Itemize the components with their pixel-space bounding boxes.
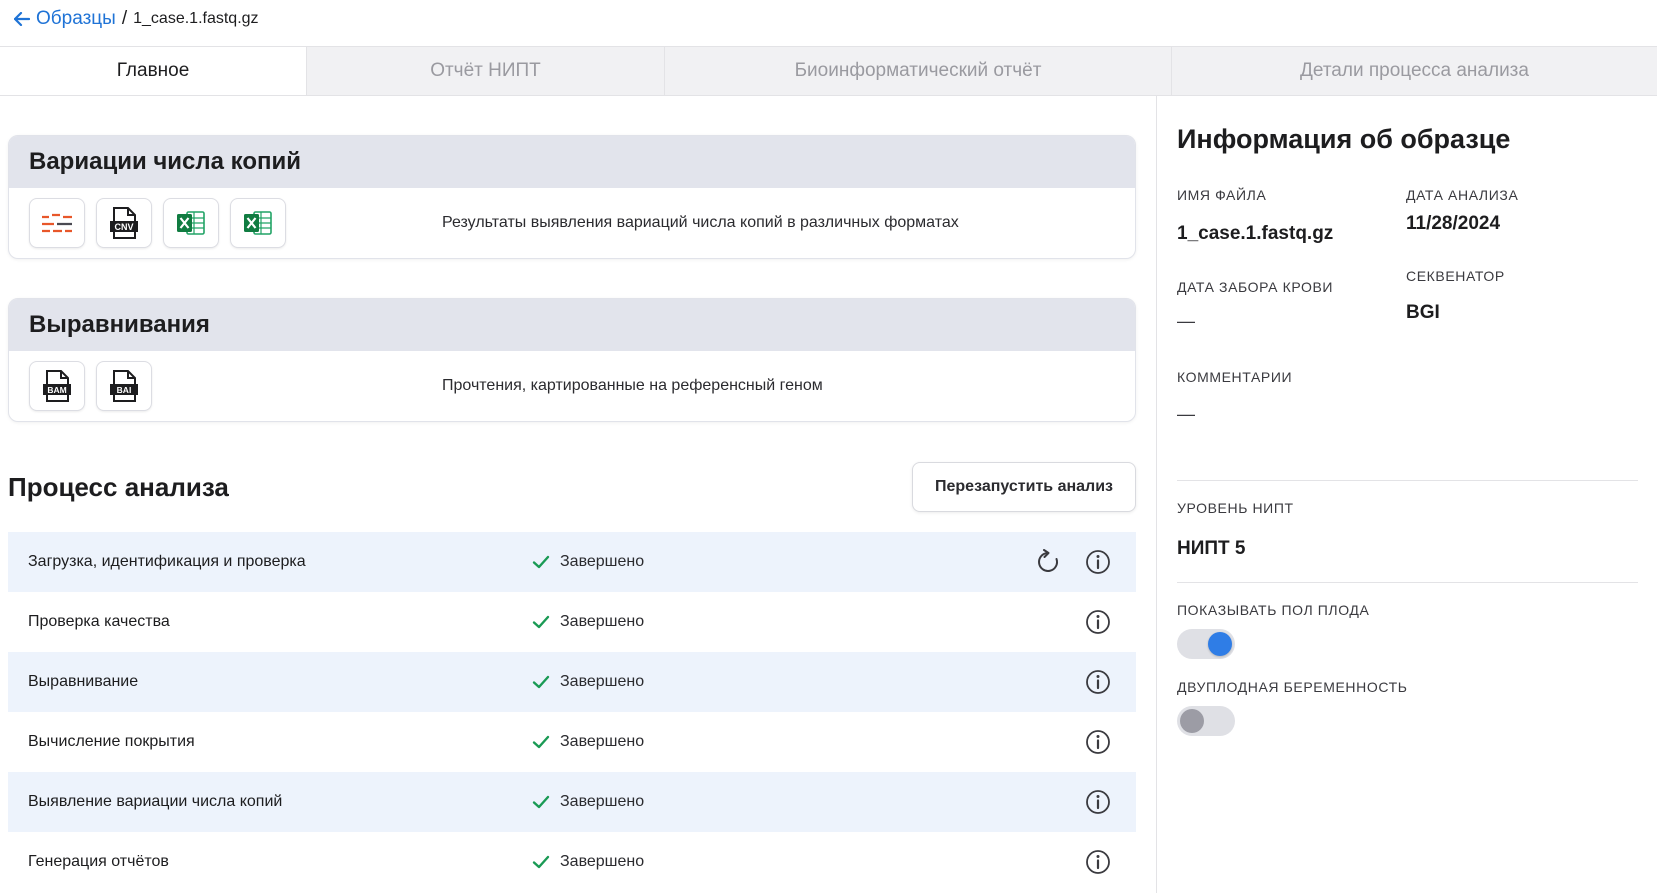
bam-file-icon: BAM [43,370,71,402]
file-name-label: ИМЯ ФАЙЛА [1177,187,1267,203]
info-icon[interactable] [1085,609,1111,635]
excel-icon [244,211,272,235]
show-fetal-sex-label: ПОКАЗЫВАТЬ ПОЛ ПЛОДА [1177,602,1370,618]
info-icon[interactable] [1085,849,1111,875]
back-link[interactable]: Образцы [14,8,116,30]
cnv-card-description: Результаты выявления вариаций числа копи… [442,214,959,231]
breadcrumb-current: 1_case.1.fastq.gz [133,10,259,27]
step-name: Загрузка, идентификация и проверка [28,553,306,570]
process-step-row: Вычисление покрытия Завершено [8,712,1136,772]
tab-bioinformatics-report[interactable]: Биоинформатический отчёт [664,47,1171,95]
nipt-level-label: УРОВЕНЬ НИПТ [1177,500,1294,516]
process-step-row: Загрузка, идентификация и проверка Заверш… [8,532,1136,592]
check-icon [532,855,550,869]
alignment-card-title: Выравнивания [9,299,1135,351]
info-icon[interactable] [1085,729,1111,755]
blood-date-value: — [1177,311,1195,331]
bai-file-icon-text: BAI [117,385,132,395]
tab-main[interactable]: Главное [0,47,306,95]
process-step-row: Выявление вариации числа копий Завершено [8,772,1136,832]
comments-label: КОММЕНТАРИИ [1177,369,1293,385]
process-steps-list: Загрузка, идентификация и проверка Заверш… [8,532,1136,892]
restart-step-icon[interactable] [1035,549,1061,575]
bai-file-icon: BAI [110,370,138,402]
sample-info-title: Информация об образце [1177,124,1511,154]
toggle-knob [1208,632,1232,656]
cnv-file-download-button[interactable]: CNV [96,198,152,248]
cnv-plot-download-button[interactable] [29,198,85,248]
cnv-file-icon-text: CNV [114,222,133,232]
analysis-date-value: 11/28/2024 [1406,213,1501,234]
bai-download-button[interactable]: BAI [96,361,152,411]
check-icon [532,555,550,569]
info-icon[interactable] [1085,789,1111,815]
check-icon [532,795,550,809]
step-name: Выравнивание [28,673,139,690]
step-status: Завершено [532,613,644,631]
back-link-label[interactable]: Образцы [36,8,116,30]
toggle-knob [1180,709,1204,733]
process-step-row: Генерация отчётов Завершено [8,832,1136,892]
arrow-left-icon [14,12,30,26]
twin-pregnancy-label: ДВУПЛОДНАЯ БЕРЕМЕННОСТЬ [1177,679,1408,695]
cnv-card-body: CNV Результаты выявления вариаций числа … [9,188,1135,258]
alignment-card-body: BAM BAI Прочтения, картированные на рефе… [9,351,1135,421]
step-status-label: Завершено [560,853,645,870]
bam-download-button[interactable]: BAM [29,361,85,411]
check-icon [532,675,550,689]
excel-download-button-1[interactable] [163,198,219,248]
cnv-card: Вариации числа копий CNV Результаты выяв… [8,135,1136,259]
analysis-date-label: ДАТА АНАЛИЗА [1406,187,1519,203]
process-header: Процесс анализа Перезапустить анализ [8,462,1136,514]
check-icon [532,615,550,629]
alignment-card: Выравнивания BAM BAI Прочтения, картиров… [8,298,1136,422]
nipt-level-value: НИПТ 5 [1177,538,1246,559]
excel-download-button-2[interactable] [230,198,286,248]
step-name: Выявление вариации числа копий [28,793,283,810]
step-name: Вычисление покрытия [28,733,195,750]
process-step-row: Проверка качества Завершено [8,592,1136,652]
info-icon[interactable] [1085,669,1111,695]
tab-process-details[interactable]: Детали процесса анализа [1171,47,1657,95]
comments-value: — [1177,404,1195,424]
section-divider [1177,480,1638,481]
step-status: Завершено [532,793,644,811]
section-divider [1177,582,1638,583]
process-step-row: Выравнивание Завершено [8,652,1136,712]
cnv-file-icon: CNV [110,207,138,239]
step-status-label: Завершено [560,673,645,690]
check-icon [532,735,550,749]
process-title: Процесс анализа [8,472,229,502]
restart-analysis-button[interactable]: Перезапустить анализ [912,462,1136,512]
sidebar-divider [1156,96,1157,893]
file-name-value: 1_case.1.fastq.gz [1177,223,1334,244]
step-status-label: Завершено [560,553,645,570]
tab-bar: Главное Отчёт НИПТ Биоинформатический от… [0,46,1657,96]
step-status-label: Завершено [560,733,645,750]
step-status: Завершено [532,733,644,751]
sequencer-value: BGI [1406,302,1440,323]
step-status-label: Завершено [560,793,645,810]
step-status-label: Завершено [560,613,645,630]
twin-pregnancy-toggle[interactable] [1177,706,1235,736]
step-name: Проверка качества [28,613,170,630]
breadcrumb-separator: / [121,8,128,29]
info-icon[interactable] [1085,549,1111,575]
cnv-card-title: Вариации числа копий [9,136,1135,188]
step-status: Завершено [532,673,644,691]
blood-date-label: ДАТА ЗАБОРА КРОВИ [1177,279,1334,295]
sequencer-label: СЕКВЕНАТОР [1406,268,1505,284]
step-name: Генерация отчётов [28,853,169,870]
excel-icon [177,211,205,235]
show-fetal-sex-toggle[interactable] [1177,629,1235,659]
tab-nipt-report[interactable]: Отчёт НИПТ [306,47,664,95]
cnv-plot-icon [42,213,72,233]
step-status: Завершено [532,553,644,571]
step-status: Завершено [532,853,644,871]
bam-file-icon-text: BAM [47,385,66,395]
alignment-card-description: Прочтения, картированные на референсный … [442,377,823,394]
breadcrumb: Образцы / 1_case.1.fastq.gz [14,4,259,34]
